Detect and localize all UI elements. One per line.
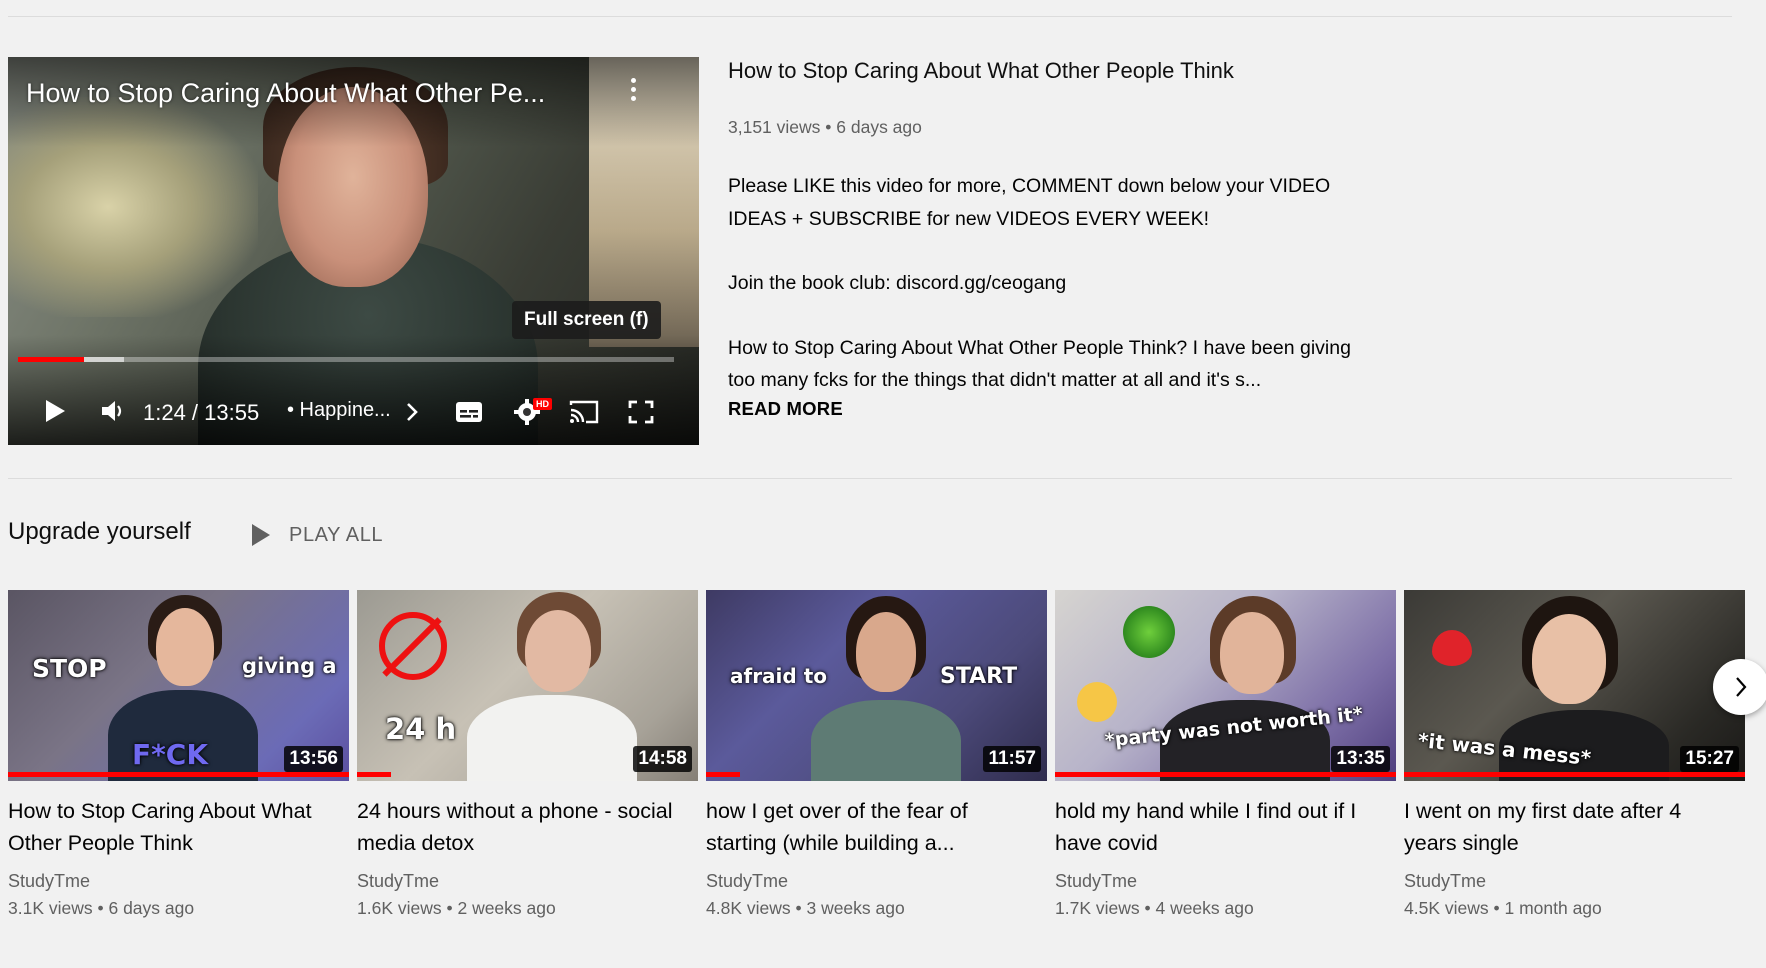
hd-badge: HD bbox=[533, 398, 552, 410]
video-thumbnail[interactable]: *it was a mess* 15:27 bbox=[1404, 590, 1745, 781]
description-paragraph: How to Stop Caring About What Other Peop… bbox=[728, 336, 1351, 392]
description-paragraph: Please LIKE this video for more, COMMENT… bbox=[728, 175, 1331, 230]
video-meta: 1.7K views • 4 weeks ago bbox=[1055, 898, 1254, 918]
thumbnail-overlay-text: afraid to bbox=[730, 664, 827, 688]
thumbnail-overlay-text: 24 h bbox=[385, 712, 457, 746]
video-meta: 4.5K views • 1 month ago bbox=[1404, 898, 1602, 918]
section-divider bbox=[8, 478, 1732, 479]
video-title[interactable]: I went on my first date after 4 years si… bbox=[1404, 795, 1724, 859]
watched-progress-bar bbox=[357, 772, 392, 777]
channel-name[interactable]: StudyTme bbox=[357, 871, 698, 892]
featured-video-title[interactable]: How to Stop Caring About What Other Peop… bbox=[728, 58, 1234, 84]
chevron-right-icon[interactable] bbox=[405, 402, 419, 422]
video-title[interactable]: hold my hand while I find out if I have … bbox=[1055, 795, 1375, 859]
watched-progress-bar bbox=[1404, 772, 1745, 777]
video-card[interactable]: afraid to START 11:57 how I get over of … bbox=[706, 590, 1047, 919]
video-duration: 13:56 bbox=[284, 746, 343, 772]
video-duration: 11:57 bbox=[983, 746, 1041, 772]
thumbnail-overlay-text: F*CK bbox=[132, 738, 209, 771]
video-duration: 13:35 bbox=[1331, 746, 1390, 772]
featured-video-meta: 3,151 views • 6 days ago bbox=[728, 117, 922, 137]
channel-name[interactable]: StudyTme bbox=[8, 871, 349, 892]
channel-name[interactable]: StudyTme bbox=[1055, 871, 1396, 892]
thumbnail-overlay-text: giving a bbox=[242, 654, 337, 678]
video-meta: 4.8K views • 3 weeks ago bbox=[706, 898, 905, 918]
player-progress-bar[interactable] bbox=[18, 357, 674, 362]
watched-progress-bar bbox=[706, 772, 741, 777]
play-all-label: PLAY ALL bbox=[289, 523, 384, 546]
read-more-button[interactable]: READ MORE bbox=[728, 398, 843, 420]
watched-progress-bar bbox=[1055, 772, 1396, 777]
video-duration: 14:58 bbox=[633, 746, 692, 772]
chapter-title[interactable]: • Happine... bbox=[287, 399, 391, 422]
video-duration: 15:27 bbox=[1680, 746, 1739, 772]
video-card[interactable]: STOP giving a F*CK 13:56 How to Stop Car… bbox=[8, 590, 349, 919]
video-thumbnail[interactable]: *party was not worth it* 13:35 bbox=[1055, 590, 1396, 781]
fullscreen-icon[interactable] bbox=[628, 400, 654, 424]
featured-description: Please LIKE this video for more, COMMENT… bbox=[728, 170, 1378, 397]
video-card[interactable]: *party was not worth it* 13:35 hold my h… bbox=[1055, 590, 1396, 919]
progress-played bbox=[18, 357, 84, 362]
shelf-next-button[interactable] bbox=[1713, 659, 1766, 715]
description-paragraph: Join the book club: discord.gg/ceogang bbox=[728, 272, 1067, 294]
video-card[interactable]: 24 h 14:58 24 hours without a phone - so… bbox=[357, 590, 698, 919]
video-card[interactable]: *it was a mess* 15:27 I went on my first… bbox=[1404, 590, 1745, 919]
cast-icon[interactable] bbox=[569, 400, 599, 424]
more-vert-icon[interactable] bbox=[628, 78, 638, 106]
volume-icon[interactable] bbox=[101, 400, 127, 422]
channel-name[interactable]: StudyTme bbox=[706, 871, 1047, 892]
video-thumbnail[interactable]: 24 h 14:58 bbox=[357, 590, 698, 781]
player-title[interactable]: How to Stop Caring About What Other Pe..… bbox=[26, 78, 545, 109]
channel-name[interactable]: StudyTme bbox=[1404, 871, 1745, 892]
watched-progress-bar bbox=[8, 772, 349, 777]
play-icon[interactable] bbox=[44, 399, 66, 423]
subtitles-icon[interactable] bbox=[455, 401, 483, 423]
top-divider bbox=[8, 16, 1732, 17]
chevron-right-icon bbox=[1736, 677, 1747, 697]
play-icon bbox=[252, 524, 270, 546]
thumbnail-overlay-text: START bbox=[940, 664, 1018, 689]
video-meta: 1.6K views • 2 weeks ago bbox=[357, 898, 556, 918]
time-display: 1:24 / 13:55 bbox=[143, 400, 260, 425]
play-all-button[interactable]: PLAY ALL bbox=[251, 520, 383, 550]
video-title[interactable]: How to Stop Caring About What Other Peop… bbox=[8, 795, 328, 859]
thumbnail-overlay-text: STOP bbox=[32, 654, 107, 683]
fullscreen-tooltip: Full screen (f) bbox=[512, 301, 661, 339]
video-meta: 3.1K views • 6 days ago bbox=[8, 898, 195, 918]
video-title[interactable]: 24 hours without a phone - social media … bbox=[357, 795, 677, 859]
video-player[interactable] bbox=[8, 57, 699, 445]
video-thumbnail[interactable]: afraid to START 11:57 bbox=[706, 590, 1047, 781]
video-thumbnail[interactable]: STOP giving a F*CK 13:56 bbox=[8, 590, 349, 781]
shelf-title[interactable]: Upgrade yourself bbox=[8, 518, 191, 546]
video-title[interactable]: how I get over of the fear of starting (… bbox=[706, 795, 1026, 859]
